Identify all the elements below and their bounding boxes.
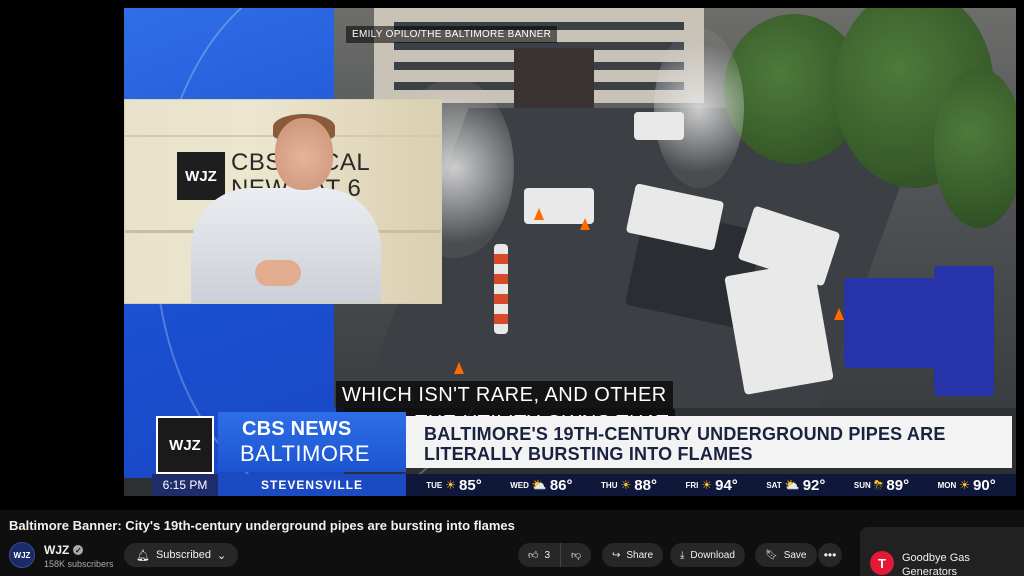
- city-label: BALTIMORE: [240, 441, 371, 466]
- studio-inset: WJZ CBS LOCAL NEWS AT 6: [124, 99, 442, 304]
- forecast-temp: 94°: [715, 476, 738, 494]
- share-button[interactable]: ↪ Share: [602, 543, 664, 567]
- more-horizontal-icon: •••: [823, 548, 837, 562]
- forecast-day-label: WED: [510, 480, 529, 490]
- headline-text: Baltimore's 19th-century underground pip…: [424, 424, 946, 464]
- verified-icon: ✓: [73, 545, 84, 555]
- video-title: Baltimore Banner: City's 19th-century un…: [9, 518, 515, 533]
- thumbs-down-icon: 👎︎: [571, 550, 582, 561]
- like-count: 3: [544, 549, 551, 561]
- sun-icon: ☀: [959, 478, 971, 492]
- headline-bar: Baltimore's 19th-century underground pip…: [406, 416, 1012, 468]
- thumbs-up-icon: 👍︎: [528, 550, 539, 561]
- forecast-day: SAT ⛅ 92°: [766, 477, 825, 494]
- forecast-day: TUE ☀ 85°: [426, 477, 481, 494]
- channel-name-text[interactable]: WJZ: [44, 543, 69, 557]
- cbs-news-baltimore-brand: CBS NEWS BALTIMORE: [218, 412, 406, 472]
- news-lower-third: WJZ CBS NEWS BALTIMORE Baltimore's 19th-…: [152, 412, 1016, 474]
- forecast-day-label: THU: [601, 480, 618, 490]
- partly-cloudy-icon: ⛅: [531, 478, 547, 492]
- more-actions-button[interactable]: •••: [818, 543, 842, 567]
- forecast-temp: 92°: [802, 476, 826, 494]
- channel-avatar[interactable]: WJZ: [9, 542, 35, 568]
- dislike-button[interactable]: 👎︎: [560, 543, 591, 567]
- ticker-location: STEVENSVILLE: [218, 474, 406, 496]
- sun-icon: ☀: [620, 478, 632, 492]
- forecast-day-label: FRI: [685, 480, 699, 490]
- video-frame[interactable]: EMILY OPILO/THE BALTIMORE BANNER WJZ CBS…: [124, 8, 1016, 496]
- bell-icon: 🔔︎: [136, 549, 150, 562]
- partly-cloudy-icon: ⛅: [784, 478, 800, 492]
- subscribed-button[interactable]: 🔔︎ Subscribed ⌄: [124, 543, 239, 567]
- subscriber-count: 158K subscribers: [44, 559, 114, 569]
- channel-name[interactable]: WJZ ✓: [44, 543, 84, 557]
- anchor-person: [191, 188, 381, 303]
- forecast-temp: 89°: [886, 476, 910, 494]
- forecast-temp: 90°: [973, 476, 996, 494]
- subscribed-label: Subscribed: [155, 549, 212, 561]
- ad-text[interactable]: Goodbye Gas Generators: [902, 551, 1018, 576]
- cbs-news-label: CBS NEWS: [242, 418, 352, 440]
- download-icon: ⤓: [680, 549, 685, 561]
- forecast-day: FRI ☀ 94°: [685, 477, 737, 494]
- forecast-temp: 85°: [459, 476, 482, 494]
- forecast-day-label: SUN: [853, 480, 871, 490]
- chevron-down-icon: ⌄: [217, 549, 227, 562]
- forecast-temp: 88°: [634, 476, 657, 494]
- ticker-time: 6:15 PM: [152, 474, 218, 496]
- download-label: Download: [690, 549, 735, 561]
- sponsored-card[interactable]: T Goodbye Gas Generators: [860, 527, 1024, 576]
- save-button[interactable]: 🔖︎ Save: [755, 543, 817, 567]
- studio-wjz-logo: WJZ: [177, 152, 225, 200]
- save-label: Save: [783, 549, 807, 561]
- wjz-logo: WJZ: [156, 416, 214, 474]
- sun-icon: ☀: [445, 478, 457, 492]
- like-button[interactable]: 👍︎ 3: [518, 543, 560, 567]
- video-player[interactable]: EMILY OPILO/THE BALTIMORE BANNER WJZ CBS…: [0, 0, 1024, 510]
- forecast-day-label: SAT: [766, 480, 782, 490]
- caption-line: WHICH ISN'T RARE, AND OTHER: [336, 381, 673, 409]
- forecast-day: MON ☀ 90°: [938, 477, 996, 494]
- share-label: Share: [626, 549, 654, 561]
- weather-ticker: 6:15 PM STEVENSVILLE TUE ☀ 85° WED ⛅ 86° THU ☀ 8…: [152, 474, 1016, 496]
- forecast-day: THU ☀ 88°: [601, 477, 657, 494]
- sun-icon: ☀: [701, 478, 713, 492]
- storm-icon: ⛈: [873, 477, 884, 492]
- like-dislike-group: 👍︎ 3 👎︎: [518, 543, 592, 567]
- share-icon: ↪: [612, 549, 621, 561]
- photo-credit: EMILY OPILO/THE BALTIMORE BANNER: [346, 26, 558, 43]
- bookmark-icon: 🔖︎: [765, 549, 778, 561]
- forecast-day-label: MON: [937, 480, 957, 490]
- download-button[interactable]: ⤓ Download: [670, 543, 745, 567]
- forecast-day: WED ⛅ 86°: [510, 477, 572, 494]
- forecast-temp: 86°: [549, 476, 573, 494]
- forecast-day: SUN ⛈ 89°: [854, 477, 909, 494]
- forecast-strip: TUE ☀ 85° WED ⛅ 86° THU ☀ 88° FRI ☀ 94° SAT ⛅ 92° SUN ⛈ 8…: [406, 474, 1016, 496]
- youtube-watch-page: EMILY OPILO/THE BALTIMORE BANNER WJZ CBS…: [0, 0, 1024, 576]
- forecast-day-label: TUE: [426, 480, 443, 490]
- advertiser-logo: T: [870, 551, 894, 575]
